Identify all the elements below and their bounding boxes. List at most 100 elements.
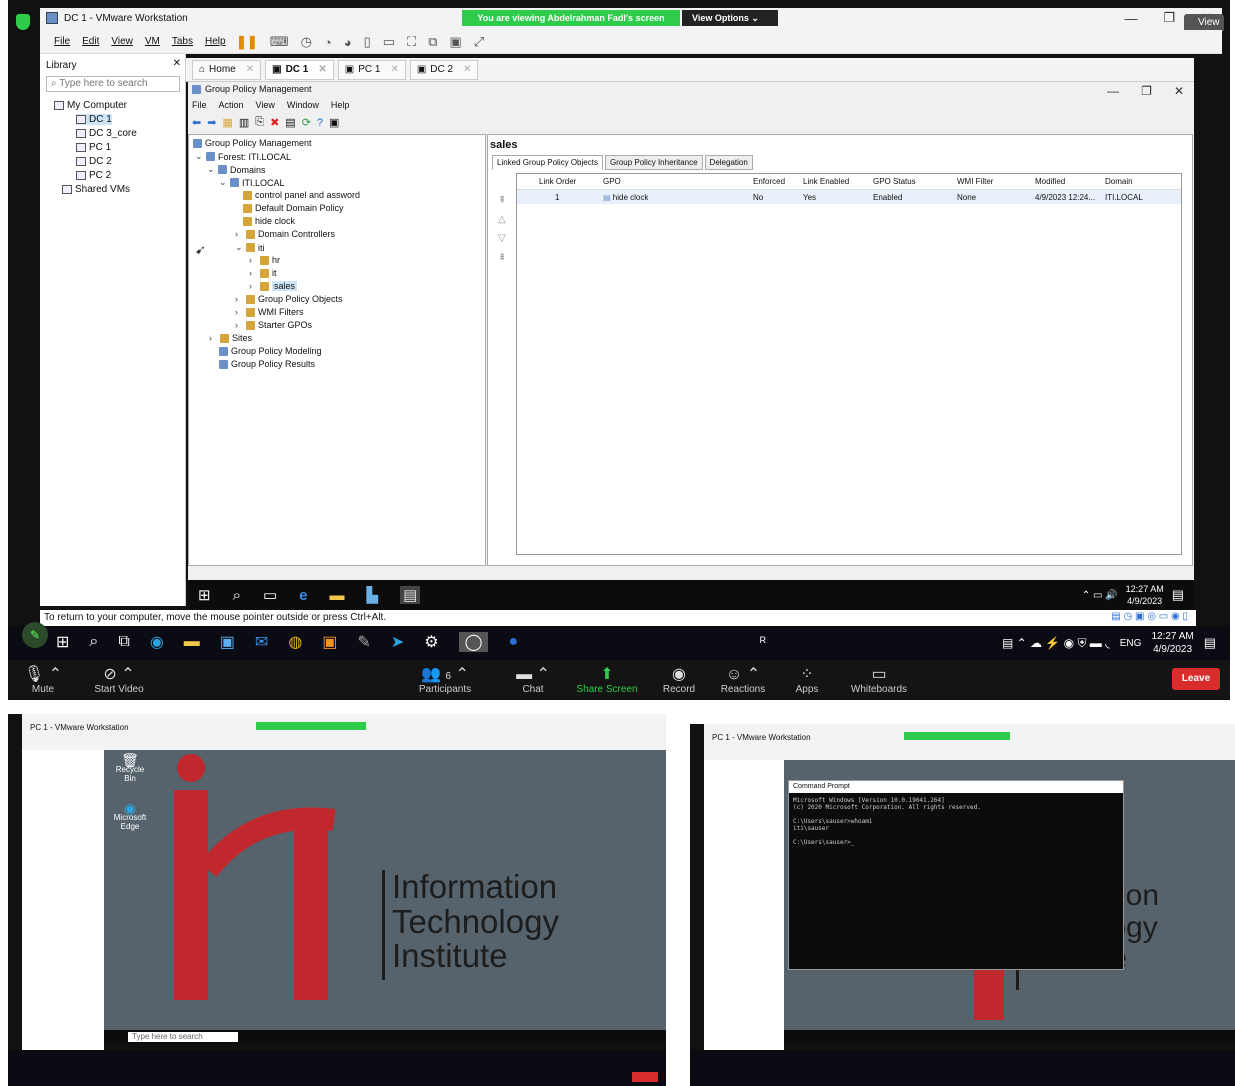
- tree-node[interactable]: ⌄ ITI.LOCAL: [219, 177, 285, 188]
- gpm-menu-window[interactable]: Window: [287, 100, 319, 110]
- column-header[interactable]: WMI Filter: [955, 177, 1033, 186]
- host-tray-icons[interactable]: ▤ ⌃ ☁ ⚡ ◉ ⛨ ▬ ◟: [1002, 636, 1110, 651]
- host-explorer-icon[interactable]: ▬: [184, 633, 200, 651]
- move-top-icon[interactable]: ⇞: [498, 191, 506, 210]
- tree-node[interactable]: Group Policy Results: [219, 359, 315, 369]
- leave-button[interactable]: Leave: [1172, 668, 1220, 690]
- minimize-button[interactable]: —: [1124, 11, 1137, 26]
- tree-node[interactable]: › Domain Controllers: [235, 229, 335, 239]
- expand-down-icon[interactable]: ⌄: [195, 151, 203, 162]
- column-header[interactable]: GPO Status: [871, 177, 955, 186]
- gpm-close-button[interactable]: ✕: [1174, 84, 1184, 98]
- delete-icon[interactable]: ✖: [270, 116, 279, 129]
- column-header[interactable]: Link Order: [517, 177, 601, 186]
- menu-item-vm[interactable]: VM: [145, 36, 160, 47]
- column-header[interactable]: Domain: [1103, 177, 1163, 186]
- tab-dc-2[interactable]: ▣ DC 2 ✕: [409, 59, 479, 80]
- stretch-icon[interactable]: ⤢: [474, 34, 484, 50]
- tray-icons[interactable]: ⌃ ▭ 🔊: [1082, 590, 1118, 601]
- send-keys-icon[interactable]: ⌨: [270, 34, 289, 50]
- host-task-view-icon[interactable]: ⧉: [118, 633, 129, 651]
- column-header[interactable]: Enforced: [751, 177, 801, 186]
- menu-item-help[interactable]: Help: [205, 36, 226, 47]
- tree-node[interactable]: hide clock: [243, 216, 295, 226]
- task-view-icon[interactable]: ▭: [263, 586, 277, 604]
- tree-node[interactable]: › Group Policy Objects: [235, 294, 343, 304]
- expand-right-icon[interactable]: ›: [235, 229, 243, 239]
- device-status-icons[interactable]: ▤ ◷ ▣ ◎ ▭ ◉ ▯: [1111, 611, 1188, 622]
- manage-snapshots-icon[interactable]: ◕: [344, 35, 352, 50]
- table-row[interactable]: 1 ▤ hide clock No Yes Enabled None 4/9/2023 12…: [517, 190, 1181, 204]
- move-up-icon[interactable]: △: [498, 210, 506, 229]
- expand-right-icon[interactable]: ›: [235, 294, 243, 304]
- library-item[interactable]: PC 1: [76, 142, 111, 153]
- recycle-bin-icon[interactable]: 🗑 Recycle Bin: [110, 753, 150, 783]
- apps-button[interactable]: ⁘ Apps: [772, 666, 842, 695]
- record-button[interactable]: ◉ Record: [644, 666, 714, 695]
- share-screen-button[interactable]: ⬆ Share Screen: [572, 666, 642, 695]
- paint-icon[interactable]: ✎: [357, 632, 370, 652]
- library-search[interactable]: ⌕ Type here to search: [46, 76, 180, 92]
- explorer-icon[interactable]: ▬: [330, 587, 345, 604]
- whiteboards-button[interactable]: ▭ Whiteboards: [844, 666, 914, 695]
- tree-node[interactable]: Group Policy Modeling: [219, 346, 322, 356]
- library-item[interactable]: DC 1: [76, 114, 112, 125]
- column-header[interactable]: GPO: [601, 177, 751, 186]
- library-item[interactable]: PC 2: [76, 170, 111, 181]
- tree-node[interactable]: › Sites: [209, 333, 252, 343]
- expand-right-icon[interactable]: ›: [235, 320, 243, 330]
- gpm-menu-file[interactable]: File: [192, 100, 207, 110]
- forward-icon[interactable]: ➡: [207, 116, 216, 129]
- view-options-button[interactable]: View Options ⌄: [682, 10, 778, 26]
- tab-home[interactable]: ⌂ Home ✕: [192, 59, 262, 80]
- windows-start-icon[interactable]: ⊞: [198, 586, 211, 604]
- detail-tab[interactable]: Delegation: [704, 155, 753, 170]
- menu-item-view[interactable]: View: [111, 36, 133, 47]
- tab-close-icon[interactable]: ✕: [390, 64, 398, 75]
- start-video-button[interactable]: ⊘ ⌃ Start Video: [84, 666, 154, 695]
- tree-node[interactable]: ⌄ Forest: ITI.LOCAL: [195, 151, 291, 162]
- vm-notifications-icon[interactable]: ▤: [1172, 587, 1184, 603]
- mute-button[interactable]: 🎙 ⌃ Mute: [8, 666, 78, 695]
- expand-right-icon[interactable]: ›: [249, 268, 257, 278]
- show-hide-tree-icon[interactable]: ▥: [239, 116, 249, 129]
- mail-icon[interactable]: ✉: [255, 632, 268, 652]
- tab-close-icon[interactable]: ✕: [318, 64, 326, 75]
- column-header[interactable]: Modified: [1033, 177, 1103, 186]
- gpm-minimize-button[interactable]: —: [1107, 84, 1119, 98]
- restore-button[interactable]: ❐: [1163, 10, 1175, 26]
- tab-close-icon[interactable]: ✕: [246, 64, 254, 75]
- participants-button[interactable]: 👥 6 ⌃ Participants: [410, 666, 480, 695]
- pause-icon[interactable]: ❚❚: [236, 34, 258, 50]
- console-icon[interactable]: ▣: [449, 34, 461, 50]
- tree-node[interactable]: control panel and assword: [243, 190, 360, 200]
- tab-dc-1[interactable]: ▣ DC 1 ✕: [265, 59, 334, 80]
- properties-icon[interactable]: ▤: [285, 116, 295, 129]
- tree-node[interactable]: Group Policy Management: [193, 138, 312, 148]
- whatsapp-icon[interactable]: ◯: [458, 632, 489, 652]
- command-prompt-window[interactable]: Command Prompt Microsoft Windows [Versio…: [788, 780, 1124, 970]
- tree-node[interactable]: › WMI Filters: [235, 307, 304, 317]
- library-item[interactable]: My Computer: [54, 100, 127, 111]
- expand-right-icon[interactable]: ›: [249, 281, 257, 291]
- tree-node[interactable]: Default Domain Policy: [243, 203, 344, 213]
- settings-icon[interactable]: ⚙: [424, 632, 438, 652]
- tab-pc-1[interactable]: ▣ PC 1 ✕: [337, 59, 406, 80]
- expand-down-icon[interactable]: ⌄: [219, 177, 227, 188]
- annotate-icon[interactable]: ✎: [22, 622, 48, 648]
- up-folder-icon[interactable]: ▦: [222, 116, 232, 129]
- gpm-menu-action[interactable]: Action: [219, 100, 244, 110]
- telegram-icon[interactable]: ➤: [391, 632, 404, 652]
- snapshot-icon[interactable]: ◷: [301, 34, 312, 50]
- expand-down-icon[interactable]: ⌄: [207, 164, 215, 175]
- edge-icon[interactable]: ◉: [150, 632, 164, 652]
- host-search-icon[interactable]: ⌕: [89, 633, 98, 651]
- sidebar-icon[interactable]: ▯: [364, 34, 371, 50]
- library-item[interactable]: DC 3_core: [76, 128, 137, 139]
- thumbnail-icon[interactable]: ▭: [383, 34, 395, 50]
- copy-icon[interactable]: ⎘: [255, 116, 264, 129]
- back-icon[interactable]: ⬅: [192, 116, 201, 129]
- tree-node[interactable]: › it: [249, 268, 277, 278]
- gpm-taskbar-icon[interactable]: ▤: [400, 586, 421, 604]
- library-item[interactable]: Shared VMs: [62, 184, 130, 195]
